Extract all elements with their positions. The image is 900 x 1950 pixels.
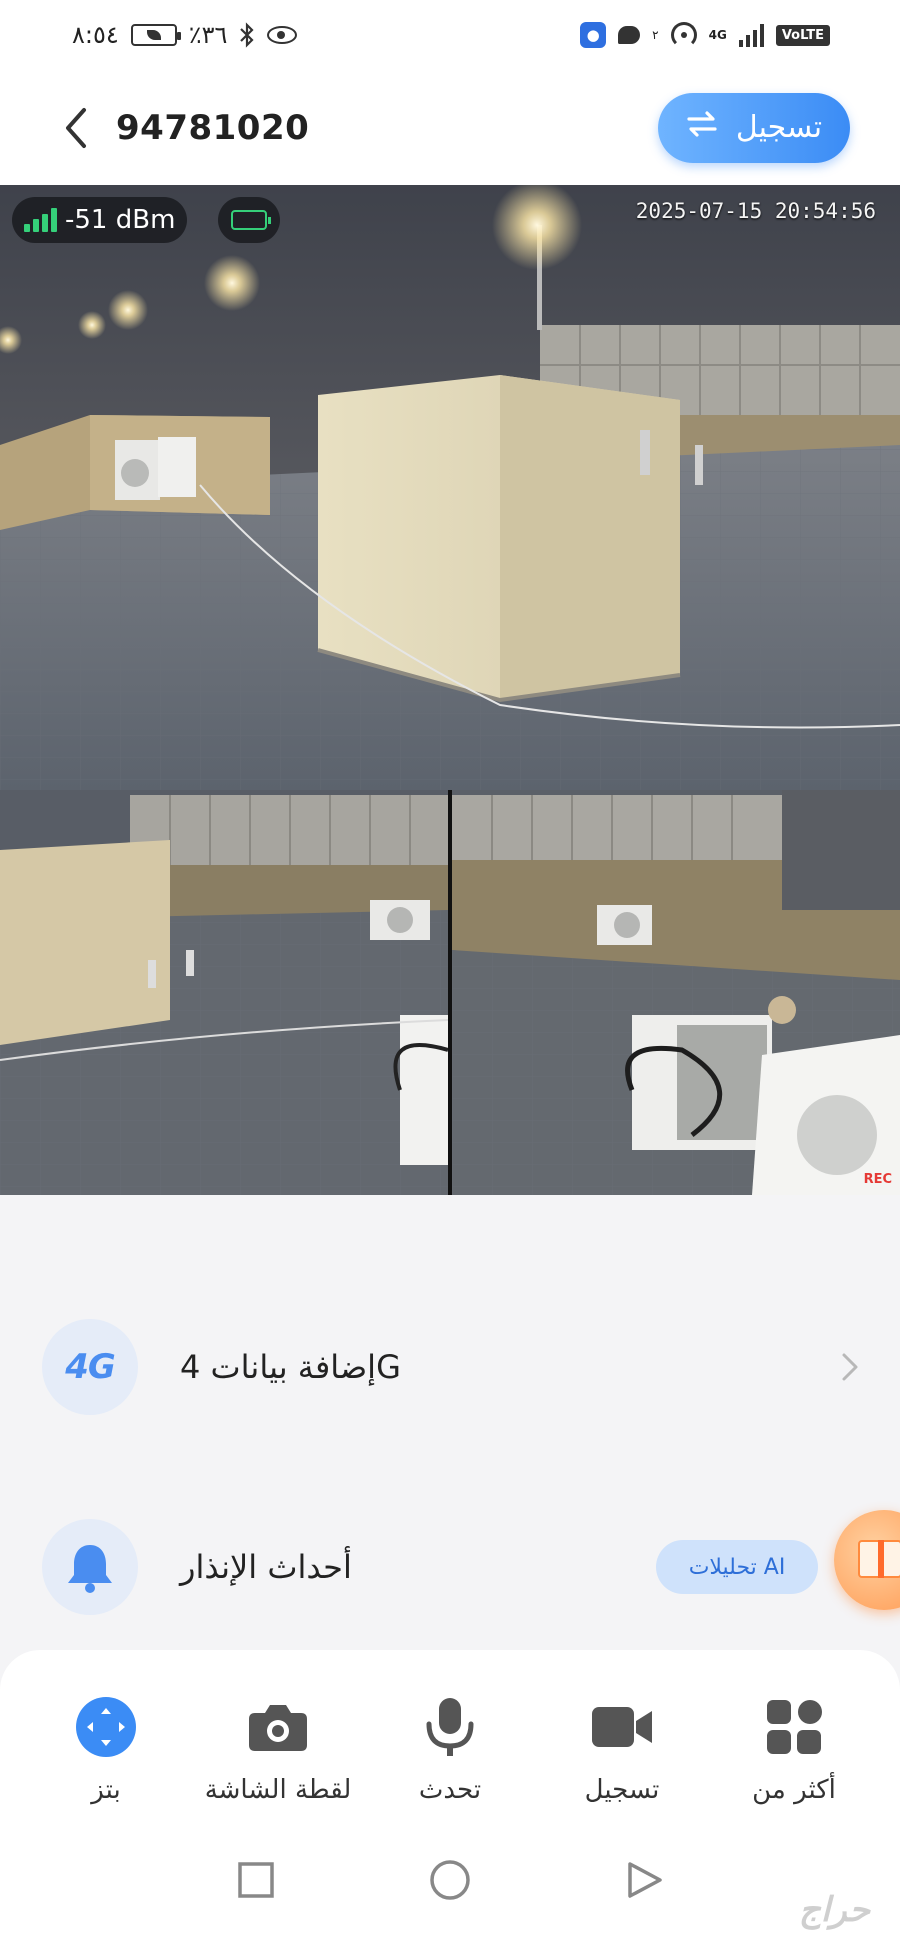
signal-strength-text: -51 dBm — [65, 205, 176, 235]
feature-rows: 4G إضافة بيانات 4G أحداث الإنذار تحليلات… — [0, 1195, 900, 1650]
clock: ٨:٥٤ — [72, 21, 119, 49]
camera-sub-view-right[interactable]: REC — [452, 790, 900, 1195]
swap-arrows-icon — [686, 110, 718, 146]
record-toggle-label: تسجيل — [735, 110, 823, 145]
signal-strength-badge: -51 dBm — [12, 197, 188, 243]
ptz-button[interactable]: بتز — [26, 1695, 186, 1805]
talk-label: تحدث — [418, 1775, 482, 1805]
status-bar: ٨:٥٤ ٪٣٦ ● ٢ 4G VoLTE — [0, 0, 900, 70]
4g-icon: 4G — [42, 1319, 138, 1415]
camera-icon — [246, 1695, 310, 1759]
bell-icon — [42, 1519, 138, 1615]
more-label: أكثر من — [752, 1775, 836, 1805]
battery-saver-icon — [130, 24, 181, 46]
cell-signal-icon — [738, 23, 764, 47]
back-arrow-icon[interactable] — [60, 104, 90, 152]
gift-icon — [858, 1540, 900, 1578]
record-button[interactable]: تسجيل — [542, 1695, 702, 1805]
system-nav-bar: حراج — [0, 1820, 900, 1950]
control-toolbar: بتز لقطة الشاشة تحدث تسجيل أكثر من — [0, 1650, 900, 1820]
ptz-icon — [74, 1695, 138, 1759]
alarm-events-label: أحداث الإنذار — [180, 1548, 352, 1586]
back-triangle-icon[interactable] — [622, 1858, 666, 1902]
video-camera-icon — [590, 1695, 654, 1759]
status-left: ٨:٥٤ ٪٣٦ — [72, 21, 298, 49]
talk-button[interactable]: تحدث — [370, 1695, 530, 1805]
status-right: ● ٢ 4G VoLTE — [580, 22, 830, 48]
record-toggle-button[interactable]: تسجيل — [658, 92, 850, 163]
volte-badge: VoLTE — [775, 24, 830, 46]
network-type: 4G — [708, 27, 727, 42]
add-4g-data-row[interactable]: 4G إضافة بيانات 4G — [0, 1307, 900, 1427]
signal-bars-icon — [24, 208, 57, 232]
chat-badge: ٢ — [652, 28, 659, 42]
chevron-right-icon — [840, 1351, 860, 1383]
microphone-icon — [418, 1695, 482, 1759]
add-4g-data-label: إضافة بيانات 4G — [180, 1348, 401, 1386]
watermark-logo: حراج — [798, 1890, 870, 1930]
bluetooth-icon — [239, 22, 255, 48]
device-title: 94781020 — [116, 107, 310, 148]
header-left: 94781020 — [60, 104, 309, 152]
screenshot-button[interactable]: لقطة الشاشة — [198, 1695, 358, 1805]
camera-battery-icon — [231, 210, 271, 230]
alarm-events-row[interactable]: أحداث الإنذار تحليلات AI — [0, 1507, 900, 1627]
battery-percent: ٪٣٦ — [188, 21, 228, 49]
screenshot-label: لقطة الشاشة — [204, 1775, 352, 1805]
grid-icon — [762, 1695, 826, 1759]
4g-icon-text: 4G — [65, 1347, 116, 1387]
home-circle-icon[interactable] — [428, 1858, 472, 1902]
camera-main-view[interactable]: -51 dBm 2025-07-15 20:54:56 — [0, 185, 900, 790]
hotspot-icon — [670, 22, 697, 48]
chat-icon — [618, 26, 641, 44]
camera-sub-view-left[interactable] — [0, 790, 448, 1195]
camera-left-scene — [0, 790, 448, 1195]
camera-timestamp: 2025-07-15 20:54:56 — [635, 199, 876, 223]
header: 94781020 تسجيل — [0, 70, 900, 185]
camera-split-view: REC — [0, 790, 900, 1195]
more-button[interactable]: أكثر من — [714, 1695, 874, 1805]
notification-app-icon: ● — [580, 22, 607, 48]
camera-main-scene — [0, 185, 900, 790]
camera-right-scene — [452, 790, 900, 1195]
ptz-label: بتز — [91, 1775, 121, 1805]
recents-square-icon[interactable] — [234, 1858, 278, 1902]
camera-battery-badge — [218, 197, 280, 243]
record-label: تسجيل — [584, 1775, 660, 1805]
eye-comfort-icon — [267, 26, 298, 44]
ai-analytics-button[interactable]: تحليلات AI — [656, 1540, 818, 1594]
rec-indicator: REC — [863, 1172, 892, 1187]
